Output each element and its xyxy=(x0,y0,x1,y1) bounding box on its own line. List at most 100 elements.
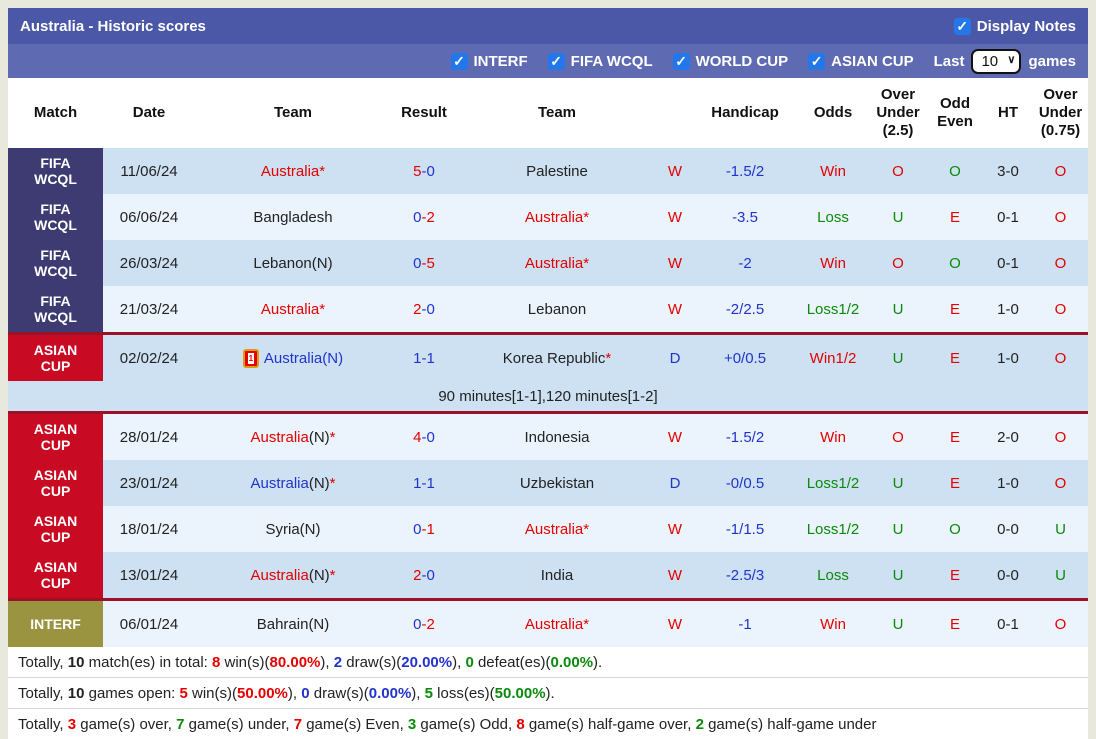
odds-result: Win xyxy=(820,162,846,180)
odds-result: Loss1/2 xyxy=(806,520,860,538)
away-score: -1 xyxy=(421,349,435,367)
tournament-checkbox[interactable]: ✓ xyxy=(808,52,826,70)
tournament-checkbox[interactable]: ✓ xyxy=(547,52,565,70)
over-under-075-value: U xyxy=(1055,566,1066,584)
match-date: 06/01/24 xyxy=(119,615,179,633)
header-wdl xyxy=(657,78,693,148)
half-time-score: 1-0 xyxy=(997,300,1019,318)
win-draw-loss: D xyxy=(669,474,681,492)
games-label: games xyxy=(1028,52,1076,70)
table-body: FIFA WCQL 11/06/24 Australia * 5 -0 Pales… xyxy=(8,148,1088,647)
odd-even-value: E xyxy=(949,349,960,367)
tournament-checkbox[interactable]: ✓ xyxy=(450,52,468,70)
header-odds: Odds xyxy=(813,104,853,121)
over-under-075-value: O xyxy=(1054,254,1067,272)
away-score: -5 xyxy=(421,254,435,272)
match-date: 13/01/24 xyxy=(119,566,179,584)
half-time-score: 0-1 xyxy=(997,254,1019,272)
home-score: 1 xyxy=(413,349,422,367)
competition-label: FIFA WCQL xyxy=(8,286,103,332)
handicap-value: -3.5 xyxy=(732,208,758,226)
last-games-select[interactable]: 10 xyxy=(971,48,1022,74)
header-ht: HT xyxy=(998,104,1018,121)
home-team: Lebanon (N) xyxy=(195,240,391,286)
home-team-name: Australia xyxy=(260,300,320,318)
display-notes-checkbox[interactable]: ✓ xyxy=(953,17,971,35)
title-bar: Australia - Historic scores ✓ Display No… xyxy=(8,8,1088,44)
over-under-075-value: O xyxy=(1054,474,1067,492)
match-date: 11/06/24 xyxy=(120,162,178,180)
away-team-name: Australia xyxy=(524,208,584,226)
odds-result: Win xyxy=(820,254,846,272)
handicap-value: -1.5/2 xyxy=(725,428,765,446)
home-score: 2 xyxy=(413,566,422,584)
away-team-name: Lebanon xyxy=(527,300,587,318)
red-card-icon: 1 xyxy=(242,348,259,368)
home-team: Australia (N) * xyxy=(195,460,391,506)
odd-even-value: E xyxy=(949,428,960,446)
result: 1 -1 xyxy=(391,335,457,381)
home-neutral-suffix: (N) xyxy=(308,615,330,633)
home-star-suffix: * xyxy=(319,162,326,180)
home-team-name: Bahrain xyxy=(256,615,309,633)
home-team-name: Australia xyxy=(260,162,320,180)
match-date: 23/01/24 xyxy=(119,474,179,492)
historic-scores-widget: Australia - Historic scores ✓ Display No… xyxy=(8,8,1088,739)
away-team: Palestine xyxy=(457,148,657,194)
odds-result: Loss1/2 xyxy=(806,474,860,492)
away-team: Australia * xyxy=(457,240,657,286)
table-row: ASIAN CUP 28/01/24 Australia (N) * 4 -0 I… xyxy=(8,411,1088,460)
home-team: Australia * xyxy=(195,286,391,332)
table-row: INTERF 06/01/24 Bahrain (N) 0 -2 Australi… xyxy=(8,598,1088,647)
summary-line-total: Totally, 10 match(es) in total: 8 win(s)… xyxy=(18,653,603,671)
home-star-suffix: * xyxy=(329,428,336,446)
odd-even-value: E xyxy=(949,474,960,492)
home-neutral-suffix: (N) xyxy=(311,254,333,272)
home-star-suffix: * xyxy=(319,300,326,318)
home-team-name: Lebanon xyxy=(253,254,312,272)
header-team-away: Team xyxy=(537,104,577,121)
last-games-select-wrap: 10 xyxy=(971,48,1022,74)
result: 0 -2 xyxy=(391,601,457,647)
half-time-score: 0-0 xyxy=(997,520,1019,538)
half-time-score: 1-0 xyxy=(997,349,1019,367)
competition-label: ASIAN CUP xyxy=(8,552,103,598)
away-team: Australia * xyxy=(457,506,657,552)
odd-even-value: E xyxy=(949,615,960,633)
result: 2 -0 xyxy=(391,286,457,332)
over-under-25-value: U xyxy=(892,520,904,538)
over-under-075-value: U xyxy=(1055,520,1066,538)
half-time-score: 3-0 xyxy=(997,162,1019,180)
handicap-value: -1.5/2 xyxy=(725,162,765,180)
tournament-filter: ✓ WORLD CUP xyxy=(672,52,788,70)
over-under-075-value: O xyxy=(1054,208,1067,226)
home-team: 1 Australia (N) xyxy=(195,335,391,381)
match-date: 21/03/24 xyxy=(119,300,179,318)
tournament-label: INTERF xyxy=(473,52,528,70)
result: 4 -0 xyxy=(391,414,457,460)
win-draw-loss: W xyxy=(667,520,683,538)
away-score: -0 xyxy=(421,428,435,446)
half-time-score: 1-0 xyxy=(997,474,1019,492)
table-row: ASIAN CUP 23/01/24 Australia (N) * 1 -1 U… xyxy=(8,460,1088,506)
header-over-under-25: Over Under (2.5) xyxy=(876,86,920,139)
table-row: FIFA WCQL 26/03/24 Lebanon (N) 0 -5 Austr… xyxy=(8,240,1088,286)
handicap-value: -2/2.5 xyxy=(725,300,765,318)
competition-label: ASIAN CUP xyxy=(8,335,103,381)
result: 2 -0 xyxy=(391,552,457,598)
home-team: Australia (N) * xyxy=(195,414,391,460)
header-date: Date xyxy=(132,104,166,121)
table-row: FIFA WCQL 06/06/24 Bangladesh 0 -2 Austra… xyxy=(8,194,1088,240)
away-score: -0 xyxy=(421,566,435,584)
home-score: 2 xyxy=(413,300,422,318)
match-note: 90 minutes[1-1],120 minutes[1-2] xyxy=(438,387,658,405)
home-team-name: Syria xyxy=(265,520,300,538)
home-team: Australia (N) * xyxy=(195,552,391,598)
half-time-score: 0-1 xyxy=(997,615,1019,633)
last-label: Last xyxy=(933,52,965,70)
summary-line-open: Totally, 10 games open: 5 win(s)(50.00%)… xyxy=(8,677,1088,708)
away-score: -2 xyxy=(421,615,435,633)
tournament-checkbox[interactable]: ✓ xyxy=(672,52,690,70)
summary-line-over-under: Totally, 3 game(s) over, 7 game(s) under… xyxy=(8,708,1088,739)
away-star-suffix: * xyxy=(583,208,590,226)
